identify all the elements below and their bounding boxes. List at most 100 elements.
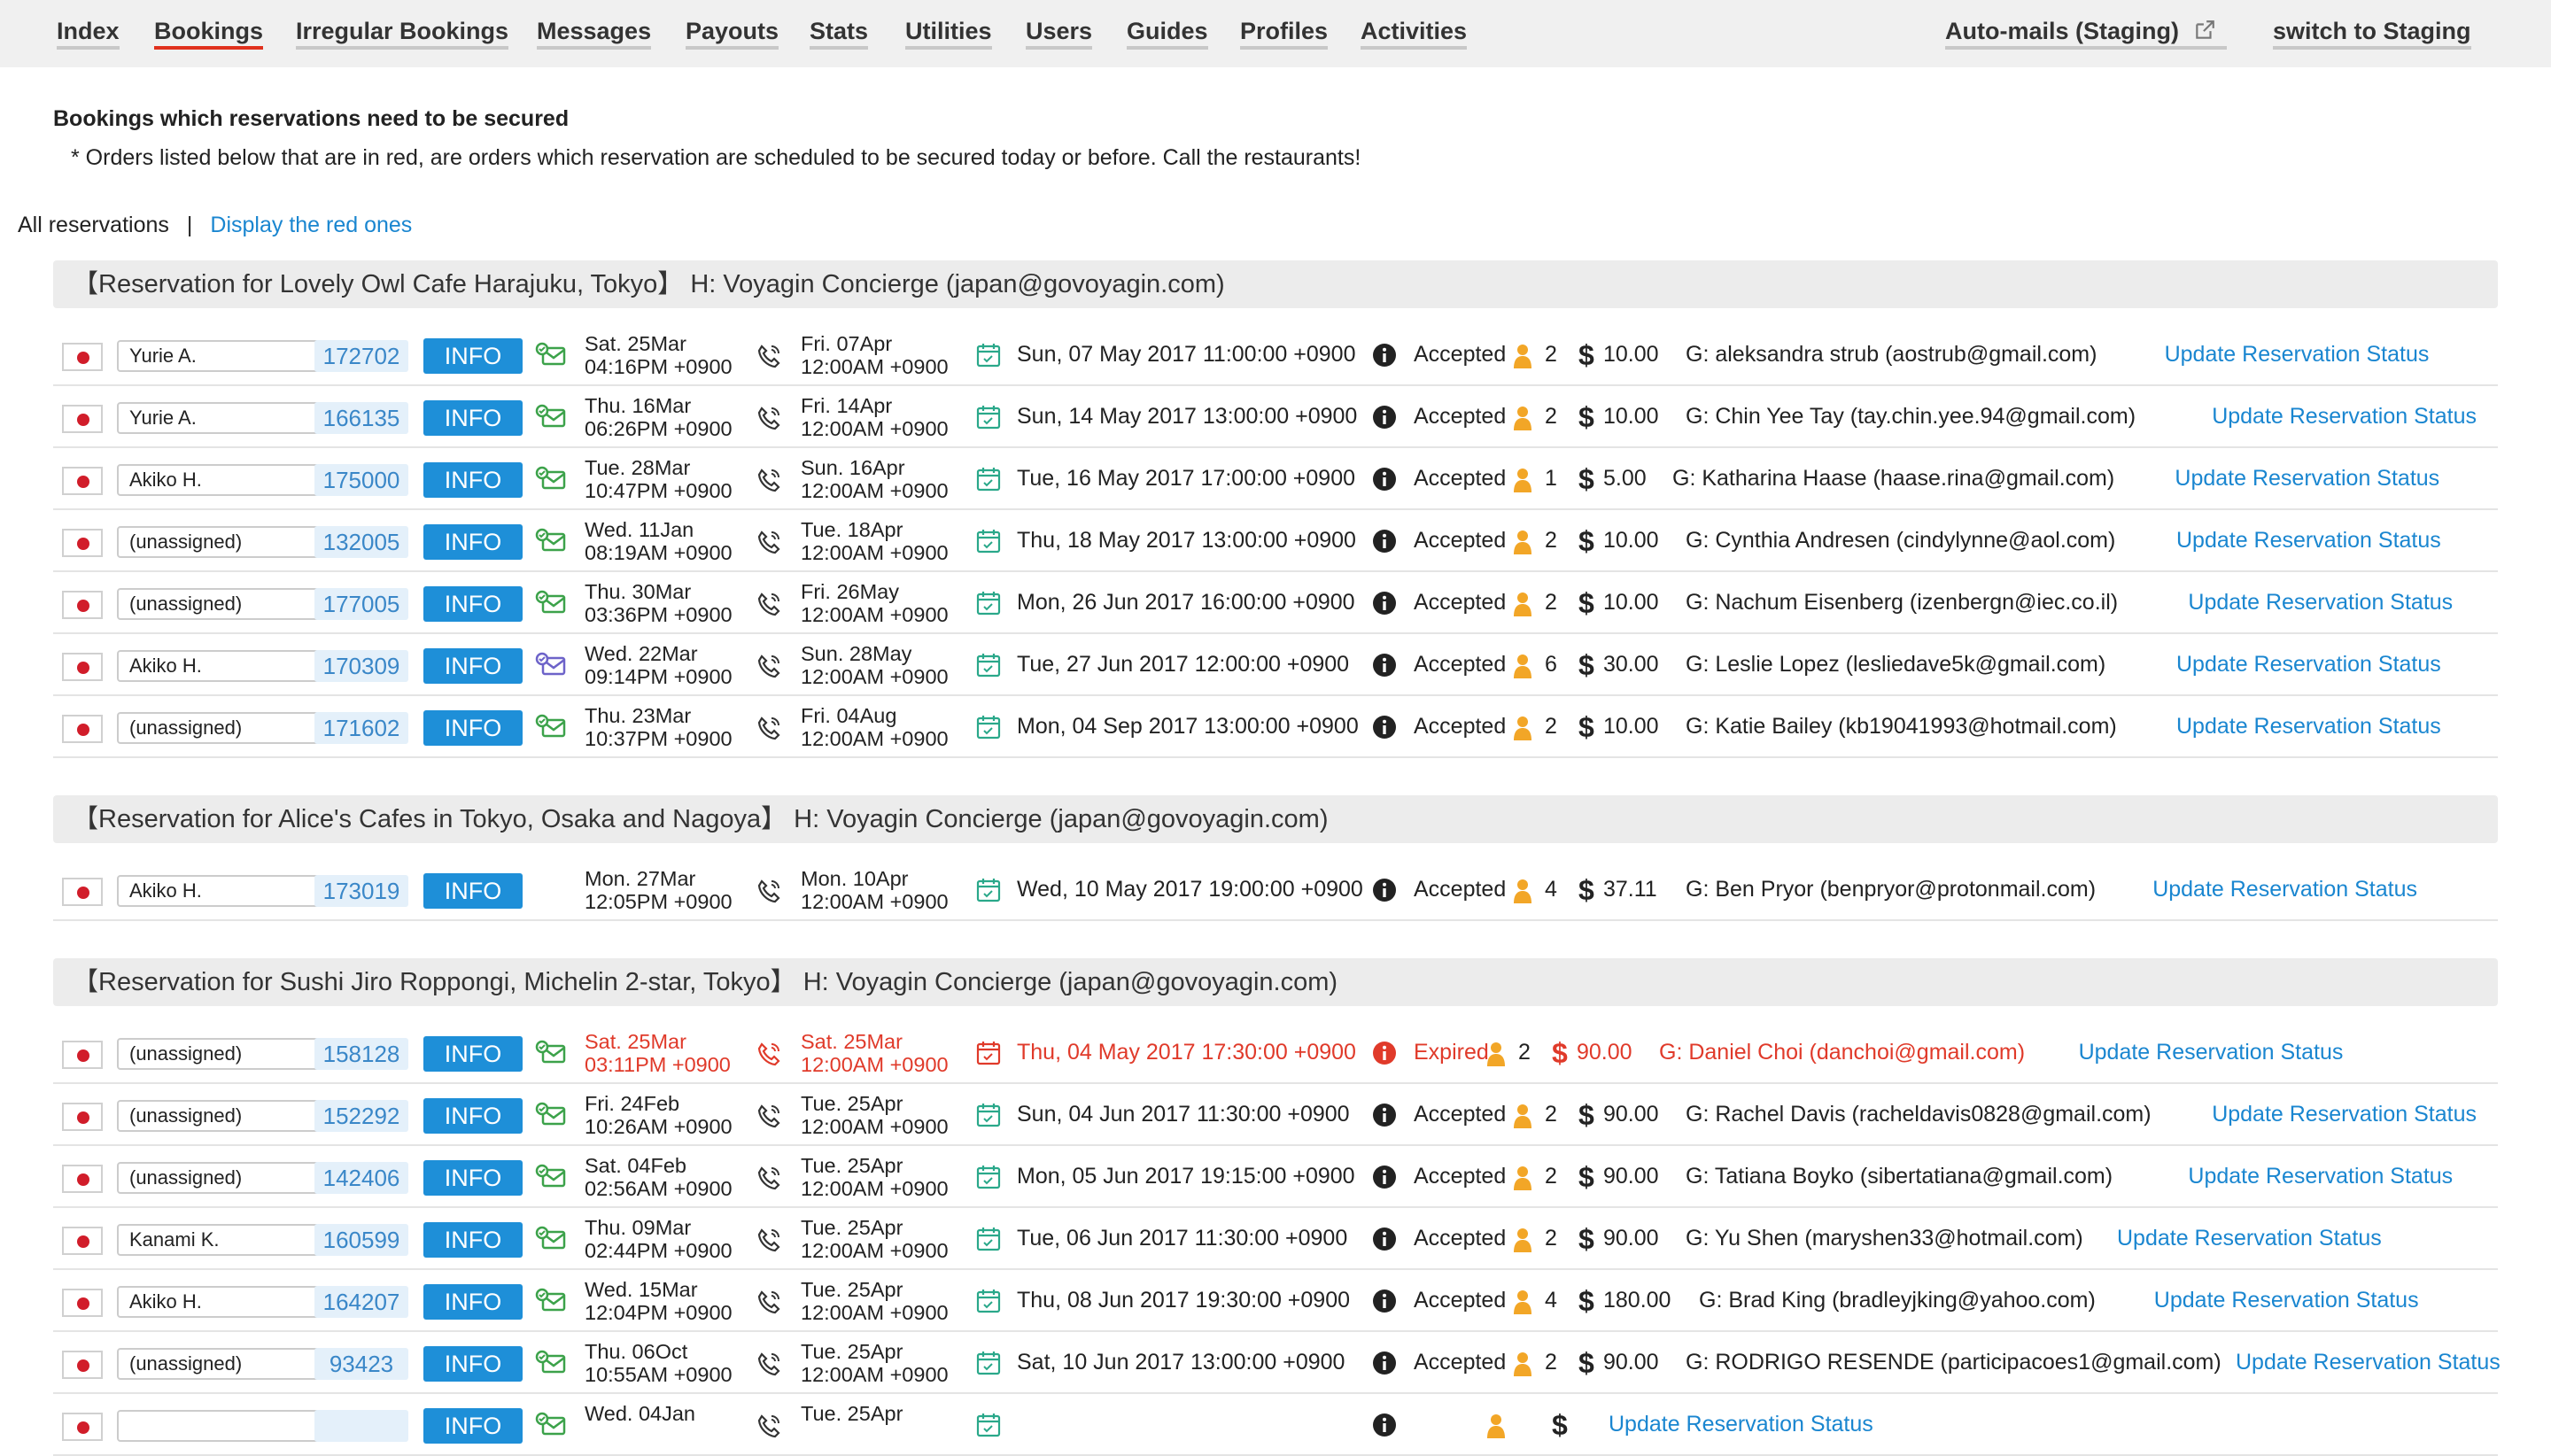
nav-bookings[interactable]: Bookings (154, 16, 264, 50)
info-button[interactable]: INFO (423, 1408, 523, 1444)
info-button[interactable]: INFO (423, 1160, 523, 1196)
secure-by: Tue. 25Apr 12:00AM +0900 (801, 1092, 949, 1138)
nav-switch-staging[interactable]: switch to Staging (2273, 16, 2471, 50)
ordered-at-date: Thu. 09Mar (585, 1216, 692, 1239)
nav-auto-mails[interactable]: Auto-mails (Staging) (1945, 16, 2227, 50)
update-reservation-status-link[interactable]: Update Reservation Status (2165, 342, 2430, 368)
info-button[interactable]: INFO (423, 873, 523, 909)
info-button[interactable]: INFO (423, 648, 523, 684)
party-size: 2 (1518, 1040, 1531, 1065)
reservation-datetime: Tue, 27 Jun 2017 12:00:00 +0900 (1017, 652, 1350, 677)
order-id-link[interactable]: 173019 (314, 875, 408, 907)
info-button[interactable]: INFO (423, 462, 523, 498)
order-id-link[interactable]: 166135 (314, 402, 408, 434)
update-reservation-status-link[interactable]: Update Reservation Status (2188, 1164, 2453, 1189)
secure-by-time: 12:00AM +0900 (801, 417, 949, 440)
nav-utilities[interactable]: Utilities (905, 16, 992, 50)
dollar-icon: $ (1578, 1099, 1594, 1131)
order-id-link[interactable]: 172702 (314, 340, 408, 372)
update-reservation-status-link[interactable]: Update Reservation Status (2176, 528, 2441, 554)
status-badge: Accepted (1414, 1102, 1507, 1127)
info-circle-icon (1373, 879, 1396, 902)
phone-icon (757, 345, 780, 368)
secure-by-time: 12:00AM +0900 (801, 479, 949, 502)
nav-payouts[interactable]: Payouts (686, 16, 779, 50)
order-email-icon (535, 528, 566, 552)
nav-users[interactable]: Users (1026, 16, 1093, 50)
nav-guides[interactable]: Guides (1127, 16, 1208, 50)
update-reservation-status-link[interactable]: Update Reservation Status (2236, 1350, 2501, 1375)
order-email-icon (535, 404, 566, 428)
nav-irregular-bookings[interactable]: Irregular Bookings (296, 16, 509, 50)
ordered-at-date: Thu. 16Mar (585, 394, 692, 417)
dollar-icon: $ (1578, 1161, 1594, 1193)
order-email-icon (535, 1226, 566, 1250)
amount: 10.00 (1603, 342, 1659, 367)
update-reservation-status-link[interactable]: Update Reservation Status (2152, 877, 2417, 902)
party-size: 2 (1545, 1350, 1557, 1375)
update-reservation-status-link[interactable]: Update Reservation Status (2188, 590, 2453, 616)
nav-index[interactable]: Index (57, 16, 120, 50)
info-button[interactable]: INFO (423, 400, 523, 436)
dollar-icon: $ (1552, 1409, 1568, 1441)
order-id-link[interactable]: 142406 (314, 1162, 408, 1194)
ordered-at-date: Thu. 23Mar (585, 704, 692, 727)
order-id-link[interactable] (314, 1410, 408, 1442)
secure-by-time: 12:00AM +0900 (801, 1177, 949, 1200)
update-reservation-status-link[interactable]: Update Reservation Status (2117, 1226, 2382, 1251)
reservation-datetime: Mon, 05 Jun 2017 19:15:00 +0900 (1017, 1164, 1355, 1189)
ordered-at-time: 02:44PM +0900 (585, 1239, 733, 1262)
calendar-icon (976, 1228, 1001, 1251)
order-id-link[interactable]: 164207 (314, 1286, 408, 1318)
secure-by-time: 12:00AM +0900 (801, 1239, 949, 1262)
info-button[interactable]: INFO (423, 338, 523, 374)
nav-profiles[interactable]: Profiles (1240, 16, 1329, 50)
info-circle-icon (1373, 406, 1396, 429)
secure-by-date: Mon. 10Apr (801, 867, 909, 890)
order-id-link[interactable]: 175000 (314, 464, 408, 496)
party-size: 2 (1545, 528, 1557, 553)
filter-display-red[interactable]: Display the red ones (210, 213, 412, 237)
update-reservation-status-link[interactable]: Update Reservation Status (2154, 1288, 2419, 1313)
order-id-link[interactable]: 170309 (314, 650, 408, 682)
update-reservation-status-link[interactable]: Update Reservation Status (2212, 1102, 2477, 1127)
phone-icon (757, 1290, 780, 1314)
phone-icon (757, 469, 780, 492)
info-button[interactable]: INFO (423, 1284, 523, 1320)
info-button[interactable]: INFO (423, 586, 523, 622)
info-button[interactable]: INFO (423, 1222, 523, 1258)
nav-activities[interactable]: Activities (1361, 16, 1468, 50)
update-reservation-status-link[interactable]: Update Reservation Status (2176, 652, 2441, 678)
nav-stats[interactable]: Stats (810, 16, 869, 50)
order-id-link[interactable]: 171602 (314, 712, 408, 744)
info-button[interactable]: INFO (423, 524, 523, 560)
order-id-link[interactable]: 132005 (314, 526, 408, 558)
order-id-link[interactable]: 152292 (314, 1100, 408, 1132)
secure-by: Tue. 25Apr 12:00AM +0900 (801, 1216, 949, 1262)
info-button[interactable]: INFO (423, 1036, 523, 1072)
update-reservation-status-link[interactable]: Update Reservation Status (2176, 714, 2441, 740)
update-reservation-status-link[interactable]: Update Reservation Status (1609, 1412, 1873, 1437)
phone-icon (757, 1166, 780, 1190)
info-button[interactable]: INFO (423, 710, 523, 746)
filter-all-reservations[interactable]: All reservations (18, 213, 169, 237)
secure-by-date: Fri. 14Apr (801, 394, 893, 417)
update-reservation-status-link[interactable]: Update Reservation Status (2212, 404, 2477, 430)
info-button[interactable]: INFO (423, 1098, 523, 1134)
party-size: 6 (1545, 652, 1557, 677)
order-id-link[interactable]: 158128 (314, 1038, 408, 1070)
reservation-datetime: Thu, 04 May 2017 17:30:00 +0900 (1017, 1040, 1356, 1065)
update-reservation-status-link[interactable]: Update Reservation Status (2175, 466, 2439, 492)
nav-messages[interactable]: Messages (537, 16, 652, 50)
order-email-icon (535, 1040, 566, 1064)
order-id-link[interactable]: 177005 (314, 588, 408, 620)
order-id-link[interactable]: 93423 (314, 1348, 408, 1380)
calendar-icon (976, 406, 1001, 430)
ordered-at-date: Thu. 30Mar (585, 580, 692, 603)
order-id-link[interactable]: 160599 (314, 1224, 408, 1256)
info-button[interactable]: INFO (423, 1346, 523, 1382)
update-reservation-status-link[interactable]: Update Reservation Status (2079, 1040, 2344, 1065)
ordered-at-date: Mon. 27Mar (585, 867, 696, 890)
booking-row: (unassigned) ▲▼ 93423 INFO Thu. 06Oct 10… (53, 1332, 2501, 1394)
guest-info: G: Katie Bailey (kb19041993@hotmail.com) (1686, 714, 2117, 739)
